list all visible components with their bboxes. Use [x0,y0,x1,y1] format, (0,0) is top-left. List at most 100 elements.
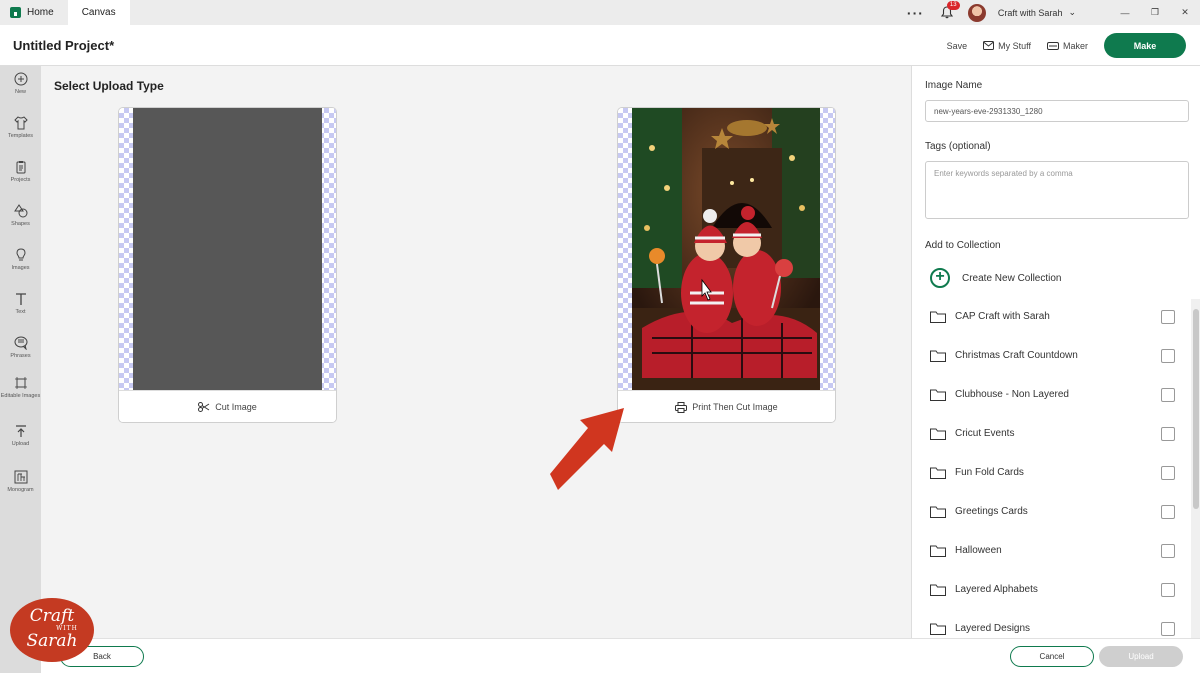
sidebar-item-label: Monogram [7,487,34,493]
tab-home-label: Home [27,7,54,18]
mail-icon [983,41,995,50]
sidebar-item-label: Projects [10,177,31,183]
list-item[interactable]: Halloween [912,531,1192,570]
save-button[interactable]: Save [947,41,968,51]
sidebar-item-editable-images[interactable]: Editable Images [0,376,41,399]
cut-preview [133,108,322,390]
folder-icon [930,623,946,635]
shapes-icon [13,204,27,218]
collection-checkbox[interactable] [1161,621,1175,636]
folder-icon [930,545,946,557]
list-item[interactable]: Layered Alphabets [912,570,1192,609]
sidebar-item-label: Images [11,265,30,271]
list-item[interactable]: Greetings Cards [912,492,1192,531]
tags-label: Tags (optional) [925,141,991,152]
collection-name: Halloween [955,545,1002,556]
collection-checkbox[interactable] [1161,504,1175,519]
collection-checkbox[interactable] [1161,309,1175,324]
sidebar-item-shapes[interactable]: Shapes [0,204,41,227]
collection-name: Christmas Craft Countdown [955,350,1078,361]
sidebar-item-phrases[interactable]: Phrases [0,336,41,359]
sidebar-item-images[interactable]: Images [0,248,41,271]
upload-details-panel: Image Name new-years-eve-2931330_1280 Ta… [911,66,1200,638]
cancel-button[interactable]: Cancel [1010,646,1094,667]
plus-circle-icon [14,72,27,86]
home-icon [10,7,21,18]
editable-image-icon [14,377,27,389]
tab-home[interactable]: Home [0,0,68,25]
cut-image-option[interactable]: Cut Image [118,107,337,423]
sidebar-item-templates[interactable]: Templates [0,116,41,139]
collection-checkbox[interactable] [1161,426,1175,441]
folder-icon [930,467,946,479]
restore-icon[interactable]: ❐ [1140,7,1170,18]
logo-line1: Craft [29,606,75,626]
my-stuff-label: My Stuff [998,40,1031,51]
left-sidebar: New Templates Projects Shapes Images Tex… [0,66,41,673]
list-item[interactable]: Fun Fold Cards [912,453,1192,492]
sidebar-item-label: Templates [7,133,34,139]
craft-with-sarah-logo: Craft WITH Sarah [10,598,94,662]
collection-checkbox[interactable] [1161,387,1175,402]
collection-name: Layered Alphabets [955,584,1038,595]
folder-icon [930,389,946,401]
clipboard-icon [16,161,25,174]
sidebar-item-text[interactable]: Text [0,292,41,315]
list-item[interactable]: Christmas Craft Countdown [912,336,1192,375]
maker-button[interactable]: Maker [1046,40,1088,51]
scrollbar-thumb[interactable] [1193,309,1199,509]
more-options-icon[interactable]: ··· [907,5,924,21]
sidebar-item-label: Phrases [10,353,31,359]
scissors-icon [198,402,210,412]
print-then-cut-option[interactable]: Print Then Cut Image [617,107,836,423]
folder-icon [930,311,946,323]
page-title[interactable]: Untitled Project* [13,38,114,53]
sidebar-item-label: Text [15,309,26,315]
sidebar-item-new[interactable]: New [0,72,41,95]
shirt-icon [13,116,28,130]
upload-button[interactable]: Upload [1099,646,1183,667]
add-collection-label: Add to Collection [925,240,1001,251]
collection-scrollbar[interactable] [1191,299,1200,638]
monogram-icon [14,470,27,484]
list-item[interactable]: Cricut Events [912,414,1192,453]
sidebar-item-label: Editable Images [0,393,41,399]
minimize-icon[interactable]: — [1110,8,1140,18]
create-collection-label: Create New Collection [962,272,1062,284]
collection-name: Clubhouse - Non Layered [955,389,1069,400]
collection-checkbox[interactable] [1161,348,1175,363]
collection-checkbox[interactable] [1161,582,1175,597]
image-name-input[interactable]: new-years-eve-2931330_1280 [925,100,1189,122]
image-name-label: Image Name [925,80,983,91]
sidebar-item-label: Upload [11,441,30,447]
print-then-cut-footer[interactable]: Print Then Cut Image [618,390,835,422]
create-collection-button[interactable]: + Create New Collection [930,268,1062,288]
cut-image-footer[interactable]: Cut Image [119,390,336,422]
close-icon[interactable]: ✕ [1170,7,1200,18]
user-name[interactable]: Craft with Sarah [998,8,1063,18]
sidebar-item-projects[interactable]: Projects [0,160,41,183]
notifications-button[interactable]: 13 [940,0,960,20]
sidebar-item-label: Shapes [11,221,30,227]
print-then-cut-label: Print Then Cut Image [692,402,778,412]
avatar[interactable] [967,3,986,22]
collection-checkbox[interactable] [1161,465,1175,480]
collection-name: Fun Fold Cards [955,467,1024,478]
make-button[interactable]: Make [1104,33,1186,58]
sidebar-item-upload[interactable]: Upload [0,424,41,447]
tags-input[interactable]: Enter keywords separated by a comma [925,161,1189,219]
chevron-down-icon[interactable]: ⌄ [1068,7,1076,18]
sidebar-item-monogram[interactable]: Monogram [0,470,41,493]
tab-canvas-label: Canvas [81,7,116,18]
tab-canvas[interactable]: Canvas [67,0,130,25]
list-item[interactable]: Clubhouse - Non Layered [912,375,1192,414]
tab-bar: Home Canvas ··· 13 Craft with Sarah ⌄ — … [0,0,1200,25]
collection-checkbox[interactable] [1161,543,1175,558]
folder-icon [930,584,946,596]
red-arrow-annotation [550,408,624,490]
maker-label: Maker [1062,40,1088,51]
machine-icon [1046,41,1059,50]
list-item[interactable]: CAP Craft with Sarah [912,297,1192,336]
collection-name: Layered Designs [955,623,1031,634]
my-stuff-button[interactable]: My Stuff [983,41,1031,51]
